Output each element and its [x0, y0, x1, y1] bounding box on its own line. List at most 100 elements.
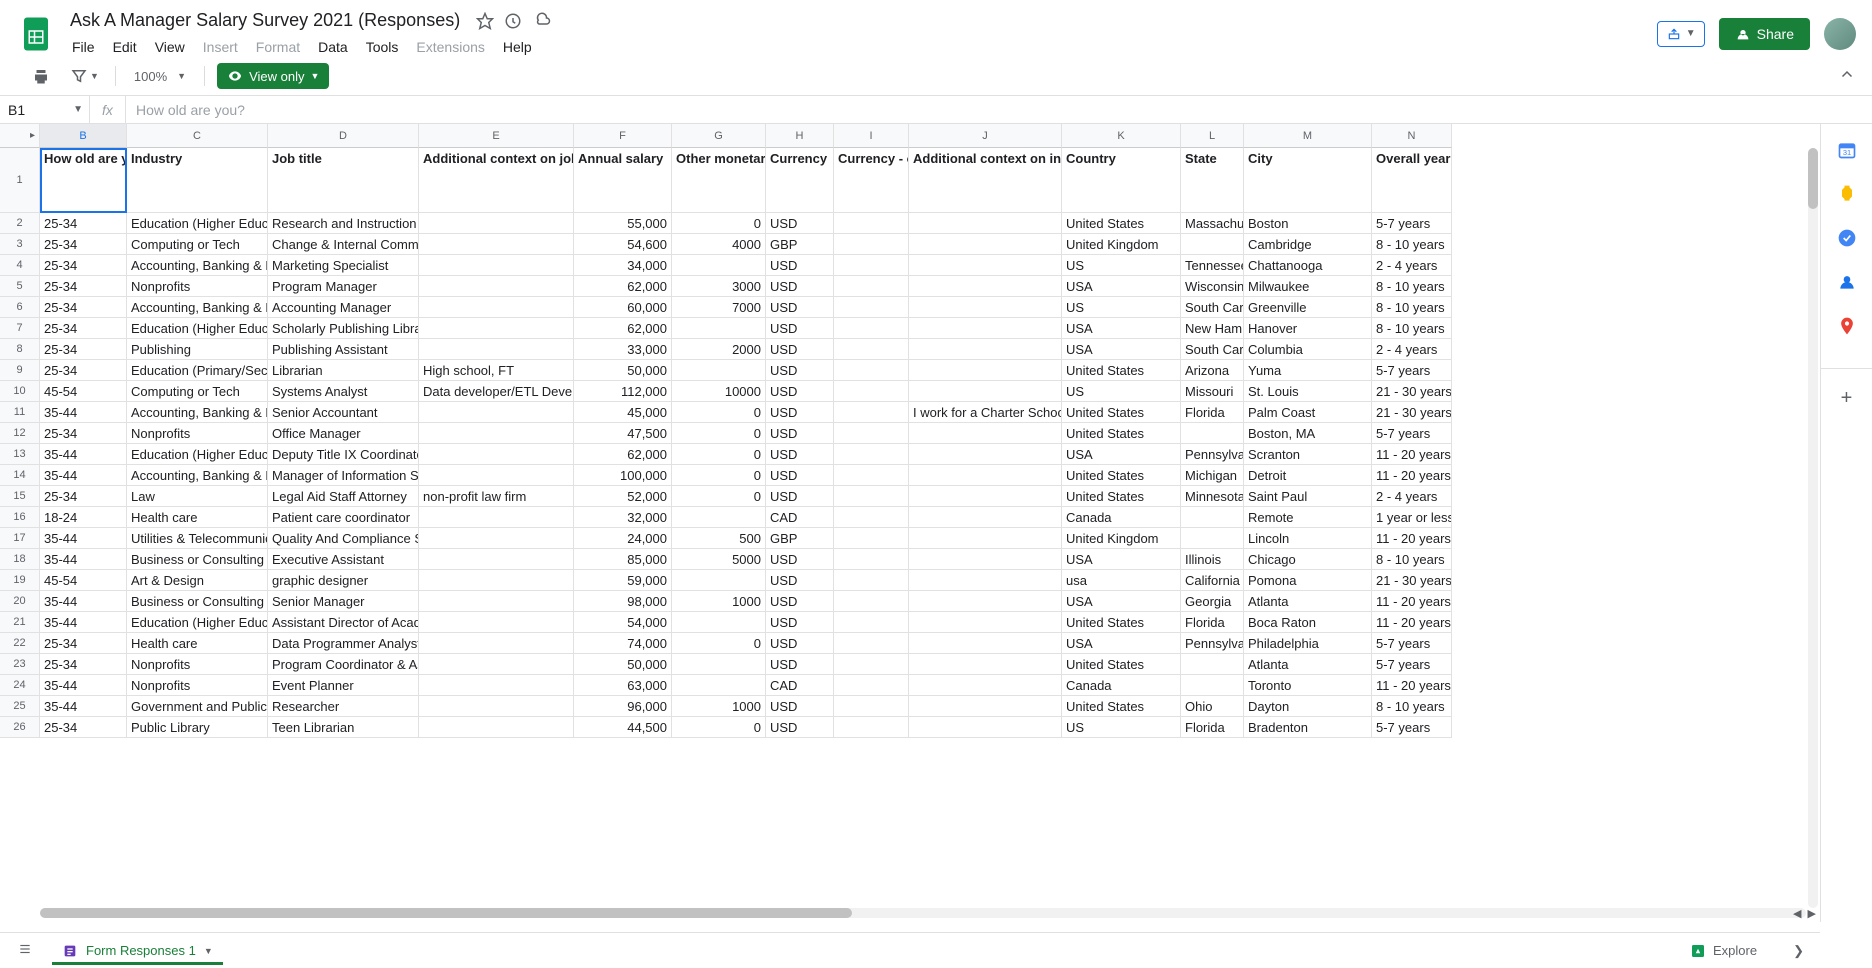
cell[interactable]: US — [1062, 717, 1181, 738]
cell[interactable] — [419, 444, 574, 465]
cell[interactable]: 2 - 4 years — [1372, 255, 1452, 276]
cell[interactable] — [909, 486, 1062, 507]
cell[interactable]: 52,000 — [574, 486, 672, 507]
row-header[interactable]: 19 — [0, 570, 40, 591]
cell[interactable] — [834, 339, 909, 360]
row-header[interactable]: 23 — [0, 654, 40, 675]
cell[interactable] — [834, 570, 909, 591]
cell[interactable]: 2 - 4 years — [1372, 486, 1452, 507]
cell[interactable] — [834, 486, 909, 507]
row-header[interactable]: 5 — [0, 276, 40, 297]
add-sidepanel-icon[interactable]: + — [1821, 368, 1872, 410]
column-header[interactable]: I — [834, 124, 909, 148]
cell[interactable]: USD — [766, 570, 834, 591]
cell[interactable]: Philadelphia — [1244, 633, 1372, 654]
cell[interactable]: 45-54 — [40, 381, 127, 402]
cell[interactable] — [419, 339, 574, 360]
cell[interactable]: USD — [766, 423, 834, 444]
column-header[interactable]: B — [40, 124, 127, 148]
cell[interactable]: California — [1181, 570, 1244, 591]
cell[interactable]: 5-7 years — [1372, 717, 1452, 738]
cell[interactable] — [909, 423, 1062, 444]
cell[interactable]: USD — [766, 486, 834, 507]
cell[interactable]: 5-7 years — [1372, 213, 1452, 234]
cell[interactable]: Executive Assistant — [268, 549, 419, 570]
row-header[interactable]: 11 — [0, 402, 40, 423]
cell[interactable] — [672, 255, 766, 276]
cloud-icon[interactable] — [532, 12, 552, 30]
cell[interactable]: United Kingdom — [1062, 234, 1181, 255]
cell[interactable]: 25-34 — [40, 318, 127, 339]
cell[interactable] — [834, 444, 909, 465]
cell[interactable]: USD — [766, 591, 834, 612]
cell[interactable] — [909, 570, 1062, 591]
cell[interactable] — [419, 318, 574, 339]
cell[interactable] — [834, 612, 909, 633]
cell[interactable]: 63,000 — [574, 675, 672, 696]
move-icon[interactable] — [504, 12, 522, 30]
cell[interactable]: Pomona — [1244, 570, 1372, 591]
cell[interactable]: 21 - 30 years — [1372, 570, 1452, 591]
cell[interactable]: Nonprofits — [127, 675, 268, 696]
cell[interactable]: 8 - 10 years — [1372, 549, 1452, 570]
cell[interactable]: Boston — [1244, 213, 1372, 234]
cell[interactable] — [834, 717, 909, 738]
cell[interactable]: 25-34 — [40, 276, 127, 297]
cell[interactable]: Deputy Title IX Coordinator/ Assistant D… — [268, 444, 419, 465]
cell[interactable]: 62,000 — [574, 444, 672, 465]
cell[interactable]: 11 - 20 years — [1372, 675, 1452, 696]
cell[interactable]: Chicago — [1244, 549, 1372, 570]
row-header[interactable]: 6 — [0, 297, 40, 318]
cell[interactable]: USD — [766, 549, 834, 570]
cell[interactable] — [834, 465, 909, 486]
cell[interactable] — [419, 213, 574, 234]
cell[interactable]: 35-44 — [40, 465, 127, 486]
cell[interactable]: Quality And Compliance Specialist — [268, 528, 419, 549]
cell[interactable]: Boston, MA — [1244, 423, 1372, 444]
cell[interactable]: Education (Higher Education) — [127, 318, 268, 339]
cell[interactable]: 35-44 — [40, 402, 127, 423]
cell[interactable]: 500 — [672, 528, 766, 549]
cell[interactable]: Patient care coordinator — [268, 507, 419, 528]
cell[interactable]: Law — [127, 486, 268, 507]
cell[interactable]: 5000 — [672, 549, 766, 570]
cell[interactable]: usa — [1062, 570, 1181, 591]
cell[interactable]: Data developer/ETL Developer — [419, 381, 574, 402]
version-history-button[interactable]: ▼ — [1657, 21, 1705, 47]
column-header[interactable]: E — [419, 124, 574, 148]
horizontal-scrollbar[interactable] — [40, 908, 1806, 918]
cell[interactable]: Change & Internal Communications Manager — [268, 234, 419, 255]
cell[interactable] — [834, 381, 909, 402]
cell[interactable] — [419, 591, 574, 612]
cell[interactable]: non-profit law firm — [419, 486, 574, 507]
cell[interactable] — [909, 297, 1062, 318]
cell[interactable]: US — [1062, 381, 1181, 402]
cell[interactable]: 21 - 30 years — [1372, 381, 1452, 402]
cell[interactable]: 1 year or less — [1372, 507, 1452, 528]
cell[interactable] — [672, 318, 766, 339]
column-header[interactable]: M — [1244, 124, 1372, 148]
cell[interactable] — [419, 507, 574, 528]
cell[interactable] — [909, 507, 1062, 528]
doc-title[interactable]: Ask A Manager Salary Survey 2021 (Respon… — [64, 8, 466, 33]
cell[interactable]: South Carolina — [1181, 297, 1244, 318]
cell[interactable] — [419, 255, 574, 276]
column-header[interactable]: L — [1181, 124, 1244, 148]
cell[interactable]: Education (Primary/Secondary) — [127, 360, 268, 381]
cell[interactable]: Researcher — [268, 696, 419, 717]
header-cell[interactable]: Annual salary — [574, 148, 672, 213]
cell[interactable]: USD — [766, 444, 834, 465]
cell[interactable]: Greenville — [1244, 297, 1372, 318]
cell[interactable]: 32,000 — [574, 507, 672, 528]
cell[interactable] — [909, 696, 1062, 717]
cell[interactable]: 18-24 — [40, 507, 127, 528]
cell[interactable] — [672, 654, 766, 675]
sidepanel-toggle-icon[interactable]: ❯ — [1793, 943, 1804, 959]
cell[interactable]: Research and Instruction Librarian — [268, 213, 419, 234]
header-cell[interactable]: Currency — [766, 148, 834, 213]
cell[interactable]: New Hampshire — [1181, 318, 1244, 339]
cell[interactable] — [909, 465, 1062, 486]
cell[interactable]: High school, FT — [419, 360, 574, 381]
cell[interactable]: Florida — [1181, 717, 1244, 738]
cell[interactable] — [909, 444, 1062, 465]
